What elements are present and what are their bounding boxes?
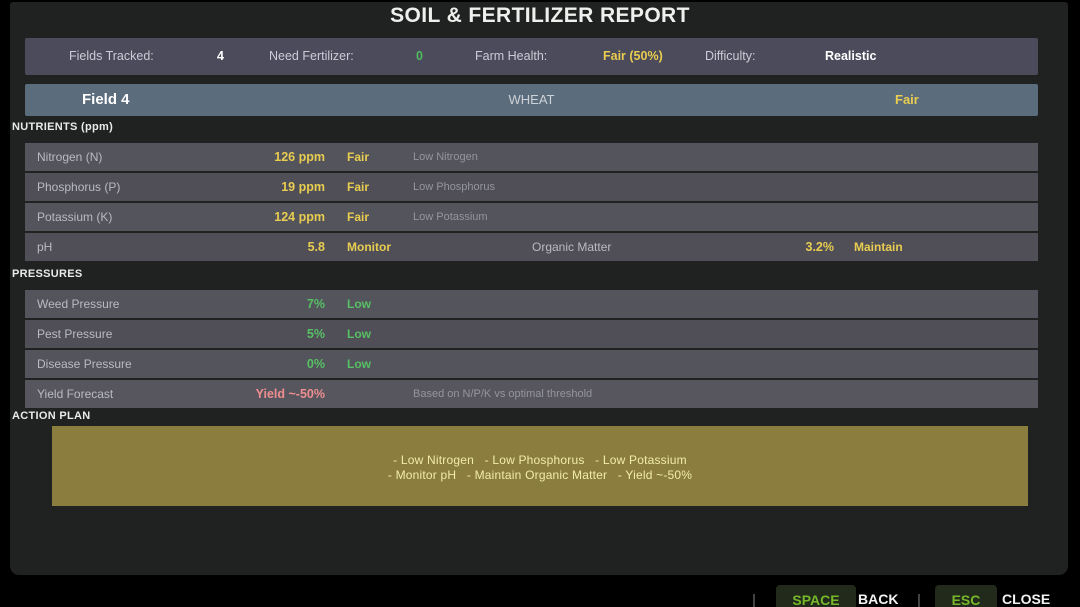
- farm-health-value: Fair (50%): [603, 38, 663, 75]
- need-fertilizer-label: Need Fertilizer:: [269, 38, 354, 75]
- difficulty-label: Difficulty:: [705, 38, 755, 75]
- yield-forecast-desc: Based on N/P/K vs optimal threshold: [413, 380, 592, 408]
- pressure-label: Disease Pressure: [37, 350, 132, 378]
- pressure-row-pest: Pest Pressure 5% Low: [25, 320, 1038, 348]
- pressure-value: 7%: [175, 290, 325, 318]
- pressure-label: Weed Pressure: [37, 290, 119, 318]
- pressure-value: 5%: [175, 320, 325, 348]
- pressure-status: Low: [347, 290, 371, 318]
- difficulty-value: Realistic: [825, 38, 876, 75]
- pressure-status: Low: [347, 320, 371, 348]
- summary-stats-bar: Fields Tracked: 4 Need Fertilizer: 0 Far…: [25, 38, 1038, 75]
- pressures-section-label: PRESSURES: [12, 268, 83, 280]
- organic-matter-label: Organic Matter: [532, 233, 611, 261]
- nutrient-row-nitrogen: Nitrogen (N) 126 ppm Fair Low Nitrogen: [25, 143, 1038, 171]
- back-action-label[interactable]: BACK: [858, 584, 898, 607]
- action-plan-line-2: - Monitor pH - Maintain Organic Matter -…: [52, 468, 1028, 483]
- pressure-label: Pest Pressure: [37, 320, 112, 348]
- yield-forecast-row: Yield Forecast Yield ~-50% Based on N/P/…: [25, 380, 1038, 408]
- nutrient-value: 5.8: [175, 233, 325, 261]
- nutrient-label: Nitrogen (N): [37, 143, 102, 171]
- nutrient-status: Fair: [347, 143, 369, 171]
- nutrient-desc: Low Phosphorus: [413, 173, 495, 201]
- pressure-value: 0%: [175, 350, 325, 378]
- farm-health-label: Farm Health:: [475, 38, 547, 75]
- divider: |: [917, 584, 921, 607]
- fields-tracked-label: Fields Tracked:: [69, 38, 154, 75]
- need-fertilizer-value: 0: [416, 38, 423, 75]
- nutrient-row-potassium: Potassium (K) 124 ppm Fair Low Potassium: [25, 203, 1038, 231]
- nutrient-row-phosphorus: Phosphorus (P) 19 ppm Fair Low Phosphoru…: [25, 173, 1038, 201]
- pressure-status: Low: [347, 350, 371, 378]
- field-crop: WHEAT: [25, 84, 1038, 116]
- nutrient-desc: Low Nitrogen: [413, 143, 478, 171]
- nutrient-status: Monitor: [347, 233, 391, 261]
- nutrient-value: 124 ppm: [175, 203, 325, 231]
- pressure-row-disease: Disease Pressure 0% Low: [25, 350, 1038, 378]
- action-plan-section-label: ACTION PLAN: [12, 410, 90, 422]
- nutrients-section-label: NUTRIENTS (ppm): [12, 121, 113, 133]
- fields-tracked-value: 4: [217, 38, 224, 75]
- yield-forecast-label: Yield Forecast: [37, 380, 113, 408]
- divider: |: [752, 584, 756, 607]
- nutrient-row-ph: pH 5.8 Monitor Organic Matter 3.2% Maint…: [25, 233, 1038, 261]
- space-key-button[interactable]: SPACE: [776, 585, 856, 607]
- field-header-row: Field 4 WHEAT Fair: [25, 84, 1038, 116]
- nutrient-status: Fair: [347, 203, 369, 231]
- nutrient-label: Phosphorus (P): [37, 173, 120, 201]
- yield-forecast-value: Yield ~-50%: [175, 380, 325, 408]
- close-action-label[interactable]: CLOSE: [1002, 584, 1050, 607]
- field-status-badge: Fair: [895, 84, 919, 116]
- organic-matter-status: Maintain: [854, 233, 903, 261]
- nutrient-label: pH: [37, 233, 52, 261]
- nutrient-value: 19 ppm: [175, 173, 325, 201]
- nutrient-status: Fair: [347, 173, 369, 201]
- action-plan-box: - Low Nitrogen - Low Phosphorus - Low Po…: [52, 426, 1028, 506]
- nutrient-desc: Low Potassium: [413, 203, 488, 231]
- action-plan-line-1: - Low Nitrogen - Low Phosphorus - Low Po…: [52, 453, 1028, 468]
- nutrient-value: 126 ppm: [175, 143, 325, 171]
- esc-key-button[interactable]: ESC: [935, 585, 997, 607]
- organic-matter-value: 3.2%: [734, 233, 834, 261]
- page-title: SOIL & FERTILIZER REPORT: [0, 4, 1080, 28]
- pressure-row-weed: Weed Pressure 7% Low: [25, 290, 1038, 318]
- nutrient-label: Potassium (K): [37, 203, 112, 231]
